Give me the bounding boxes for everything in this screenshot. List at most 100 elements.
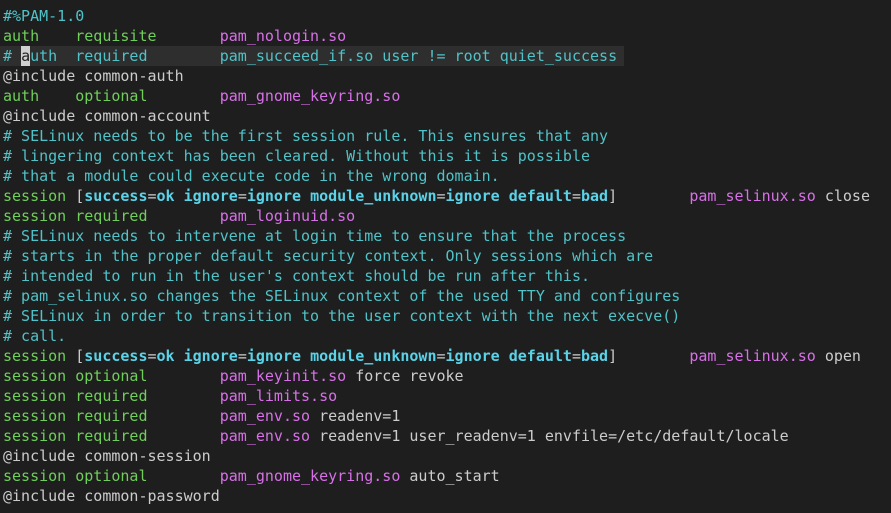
code-token: ignore — [246, 347, 302, 365]
code-token: pam_limits.so — [219, 387, 338, 405]
code-token: auth requisite — [3, 27, 220, 45]
code-token: @include common-auth — [3, 67, 184, 85]
code-token: # auth required pam_succeed_if.so user !… — [3, 46, 618, 66]
code-token: session required — [3, 407, 220, 425]
code-token: pam_selinux.so — [689, 347, 816, 365]
code-token: bad — [581, 187, 609, 205]
code-token: #%PAM-1.0 — [3, 7, 85, 25]
code-line[interactable]: @include common-account — [0, 106, 891, 126]
code-token: # SELinux needs to intervene at login ti… — [3, 227, 627, 245]
code-token: readenv=1 user_readenv=1 envfile=/etc/de… — [310, 427, 789, 445]
code-token: pam_gnome_keyring.so — [219, 467, 401, 485]
code-line[interactable]: session required pam_env.so readenv=1 us… — [0, 426, 891, 446]
code-token: success — [84, 187, 148, 205]
code-token: = — [237, 187, 247, 205]
code-token: session required — [3, 387, 220, 405]
code-line[interactable]: # SELinux in order to transition to the … — [0, 306, 891, 326]
code-token: pam_keyinit.so — [219, 367, 347, 385]
code-token-part: uth required pam_succeed_if.so user != r… — [30, 47, 618, 65]
code-line[interactable]: @include common-password — [0, 486, 891, 506]
code-token: [ — [75, 347, 85, 365]
code-token: @include common-password — [3, 487, 220, 505]
code-token: pam_env.so — [219, 427, 311, 445]
code-token: ignore — [183, 187, 238, 205]
code-token: default — [508, 347, 572, 365]
code-line[interactable]: # pam_selinux.so changes the SELinux con… — [0, 286, 891, 306]
code-token: # pam_selinux.so changes the SELinux con… — [3, 287, 681, 305]
code-token: auth optional — [3, 87, 220, 105]
code-token: session optional — [3, 467, 220, 485]
code-token: # SELinux in order to transition to the … — [3, 307, 681, 325]
code-token: # SELinux needs to be the first session … — [3, 127, 609, 145]
code-token: ok — [156, 347, 175, 365]
code-token: session — [3, 347, 76, 365]
code-token: = — [571, 347, 581, 365]
code-line[interactable]: # SELinux needs to intervene at login ti… — [0, 226, 891, 246]
code-token: pam_selinux.so — [689, 187, 816, 205]
code-token: = — [436, 347, 446, 365]
code-line[interactable]: # lingering context has been cleared. Wi… — [0, 146, 891, 166]
code-line[interactable]: session optional pam_keyinit.so force re… — [0, 366, 891, 386]
code-line[interactable]: session [success=ok ignore=ignore module… — [0, 186, 891, 206]
code-token: open — [815, 347, 861, 365]
code-token: ignore — [445, 347, 500, 365]
code-line[interactable]: session required pam_loginuid.so — [0, 206, 891, 226]
code-token: pam_gnome_keyring.so — [219, 87, 401, 105]
code-line[interactable]: # intended to run in the user's context … — [0, 266, 891, 286]
code-token: @include common-account — [3, 107, 211, 125]
code-token: pam_loginuid.so — [219, 207, 356, 225]
code-token: close — [815, 187, 870, 205]
code-token: ] — [608, 347, 690, 365]
code-token: session required — [3, 207, 220, 225]
code-line[interactable]: # call. — [0, 326, 891, 346]
text-editor[interactable]: #%PAM-1.0 auth requisite pam_nologin.so # … — [0, 0, 891, 513]
code-token: = — [147, 187, 157, 205]
code-line[interactable]: session required pam_env.so readenv=1 — [0, 406, 891, 426]
code-line[interactable]: @include common-session — [0, 446, 891, 466]
code-token: ignore — [445, 187, 500, 205]
code-line[interactable]: # auth required pam_succeed_if.so user !… — [0, 46, 624, 66]
code-token: # call. — [3, 327, 67, 345]
code-token: # that a module could execute code in th… — [3, 167, 500, 185]
code-token: # starts in the proper default security … — [3, 247, 654, 265]
code-token: # intended to run in the user's context … — [3, 267, 590, 285]
code-token: session optional — [3, 367, 220, 385]
text-cursor: a — [21, 46, 31, 66]
code-line[interactable]: session optional pam_gnome_keyring.so au… — [0, 466, 891, 486]
code-line[interactable]: # that a module could execute code in th… — [0, 166, 891, 186]
code-token: default — [508, 187, 572, 205]
code-line[interactable]: auth requisite pam_nologin.so — [0, 26, 891, 46]
code-token: @include common-session — [3, 447, 211, 465]
code-token: bad — [581, 347, 609, 365]
code-token: session required — [3, 427, 220, 445]
code-token: = — [147, 347, 157, 365]
code-line[interactable]: session required pam_limits.so — [0, 386, 891, 406]
code-token: # lingering context has been cleared. Wi… — [3, 147, 590, 165]
code-token: = — [237, 347, 247, 365]
code-line[interactable]: # SELinux needs to be the first session … — [0, 126, 891, 146]
code-line[interactable]: # starts in the proper default security … — [0, 246, 891, 266]
code-token: ok — [156, 187, 175, 205]
code-token: success — [84, 347, 148, 365]
code-token: force revoke — [346, 367, 464, 385]
code-line[interactable]: @include common-auth — [0, 66, 891, 86]
code-token: auto_start — [400, 467, 500, 485]
code-token: session — [3, 187, 76, 205]
code-token-part: # — [3, 47, 22, 65]
code-token: = — [571, 187, 581, 205]
code-line[interactable]: auth optional pam_gnome_keyring.so — [0, 86, 891, 106]
code-token: pam_env.so — [219, 407, 311, 425]
code-token: pam_nologin.so — [219, 27, 347, 45]
code-line[interactable]: #%PAM-1.0 — [0, 6, 891, 26]
code-token: ignore — [246, 187, 302, 205]
code-token: = — [436, 187, 446, 205]
code-token: readenv=1 — [310, 407, 401, 425]
code-token: ] — [608, 187, 690, 205]
code-line[interactable]: session [success=ok ignore=ignore module… — [0, 346, 891, 366]
